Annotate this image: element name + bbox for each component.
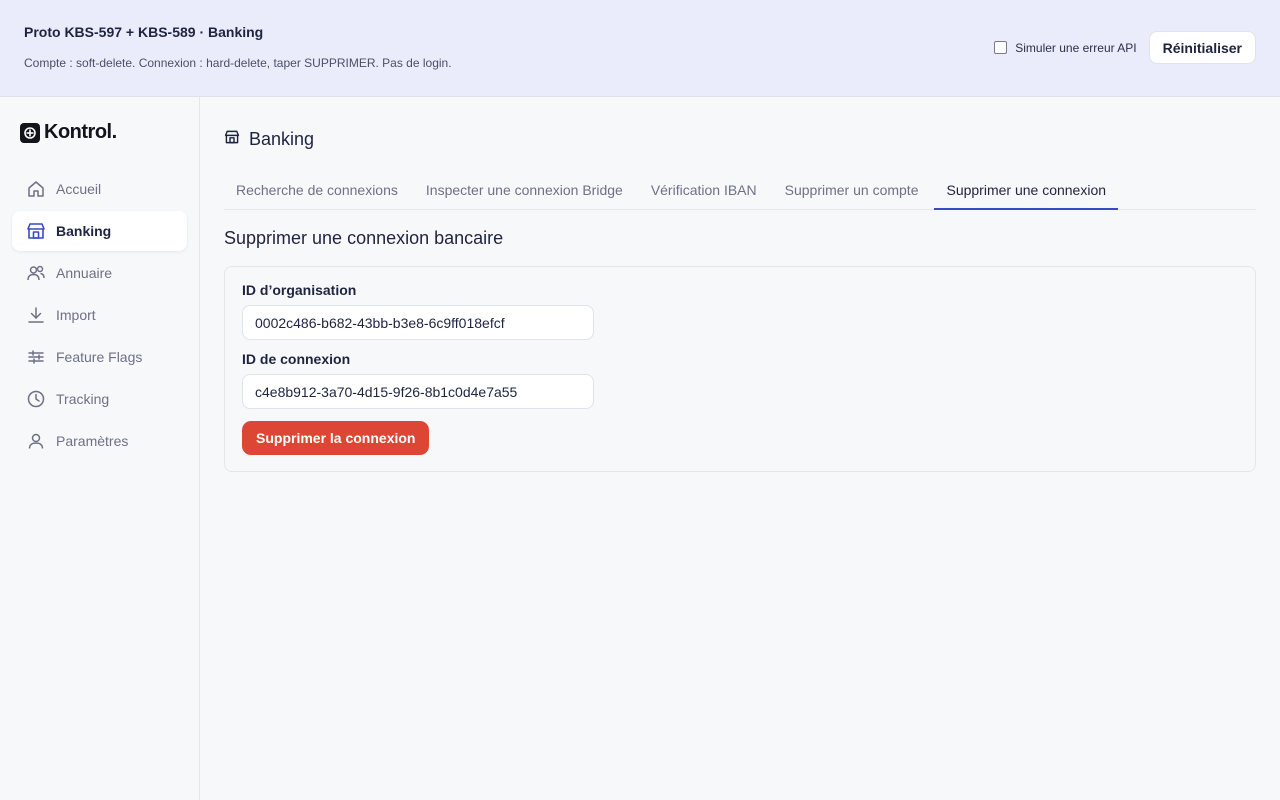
org-id-label: ID d’organisation	[242, 282, 357, 298]
sidebar-item-label: Banking	[56, 223, 112, 239]
sidebar-item-label: Import	[56, 307, 96, 323]
kontrol-logo-icon	[20, 122, 40, 143]
page-title: Banking	[249, 129, 315, 149]
brand-name: Kontrol.	[44, 121, 117, 143]
section-title: Supprimer une connexion bancaire	[224, 228, 504, 248]
sidebar-item-accueil[interactable]: Accueil	[12, 169, 187, 209]
simulate-error-checkbox[interactable]	[994, 41, 1008, 54]
download-icon	[25, 304, 47, 326]
simulate-error-label: Simuler une erreur API	[1015, 40, 1137, 55]
sidebar-item-label: Annuaire	[56, 265, 113, 281]
sidebar-item-import[interactable]: Import	[12, 295, 187, 335]
tab-supprimer-connexion[interactable]: Supprimer une connexion	[934, 175, 1119, 210]
sidebar-item-label: Accueil	[56, 181, 102, 197]
sidebar-item-parametres[interactable]: Paramètres	[12, 421, 187, 461]
proto-title: Proto KBS-597 + KBS-589 · Banking	[24, 24, 264, 40]
org-id-input[interactable]	[242, 305, 594, 340]
simulate-error-toggle[interactable]: Simuler une erreur API	[994, 40, 1137, 55]
proto-controls: Simuler une erreur API Réinitialiser	[994, 31, 1256, 64]
sidebar-nav: Accueil Banking Annuaire Import Feature …	[12, 169, 187, 463]
tab-inspecter-connexion-bridge[interactable]: Inspecter une connexion Bridge	[414, 175, 635, 210]
delete-connection-form: ID d’organisation ID de connexion Suppri…	[224, 266, 1256, 472]
sidebar-item-label: Paramètres	[56, 433, 129, 449]
sidebar-item-annuaire[interactable]: Annuaire	[12, 253, 187, 293]
sidebar-item-feature-flags[interactable]: Feature Flags	[12, 337, 187, 377]
clock-icon	[25, 388, 47, 410]
delete-connection-button[interactable]: Supprimer la connexion	[242, 421, 430, 455]
sidebar-item-label: Feature Flags	[56, 349, 143, 365]
tab-supprimer-compte[interactable]: Supprimer un compte	[773, 175, 931, 210]
connection-id-input[interactable]	[242, 374, 594, 409]
connection-id-label: ID de connexion	[242, 351, 351, 367]
sliders-icon	[25, 346, 47, 368]
home-icon	[25, 178, 47, 200]
users-icon	[25, 262, 47, 284]
banking-tabs: Recherche de connexions Inspecter une co…	[224, 175, 1256, 210]
sidebar: Kontrol. Accueil Banking Annuaire Import	[0, 97, 200, 800]
bank-icon	[25, 220, 47, 242]
proto-banner: Proto KBS-597 + KBS-589 · Banking Compte…	[0, 0, 1280, 97]
reset-button[interactable]: Réinitialiser	[1148, 31, 1256, 64]
sidebar-item-banking[interactable]: Banking	[12, 211, 187, 251]
sidebar-item-tracking[interactable]: Tracking	[12, 379, 187, 419]
tab-recherche-connexions[interactable]: Recherche de connexions	[224, 175, 410, 210]
sidebar-item-label: Tracking	[56, 391, 110, 407]
user-icon	[25, 430, 47, 452]
page-header: Banking	[224, 129, 314, 150]
tab-verification-iban[interactable]: Vérification IBAN	[639, 175, 769, 210]
bank-icon	[224, 129, 240, 150]
brand-logo[interactable]: Kontrol.	[20, 121, 117, 144]
proto-subtitle: Compte : soft-delete. Connexion : hard-d…	[24, 56, 452, 70]
